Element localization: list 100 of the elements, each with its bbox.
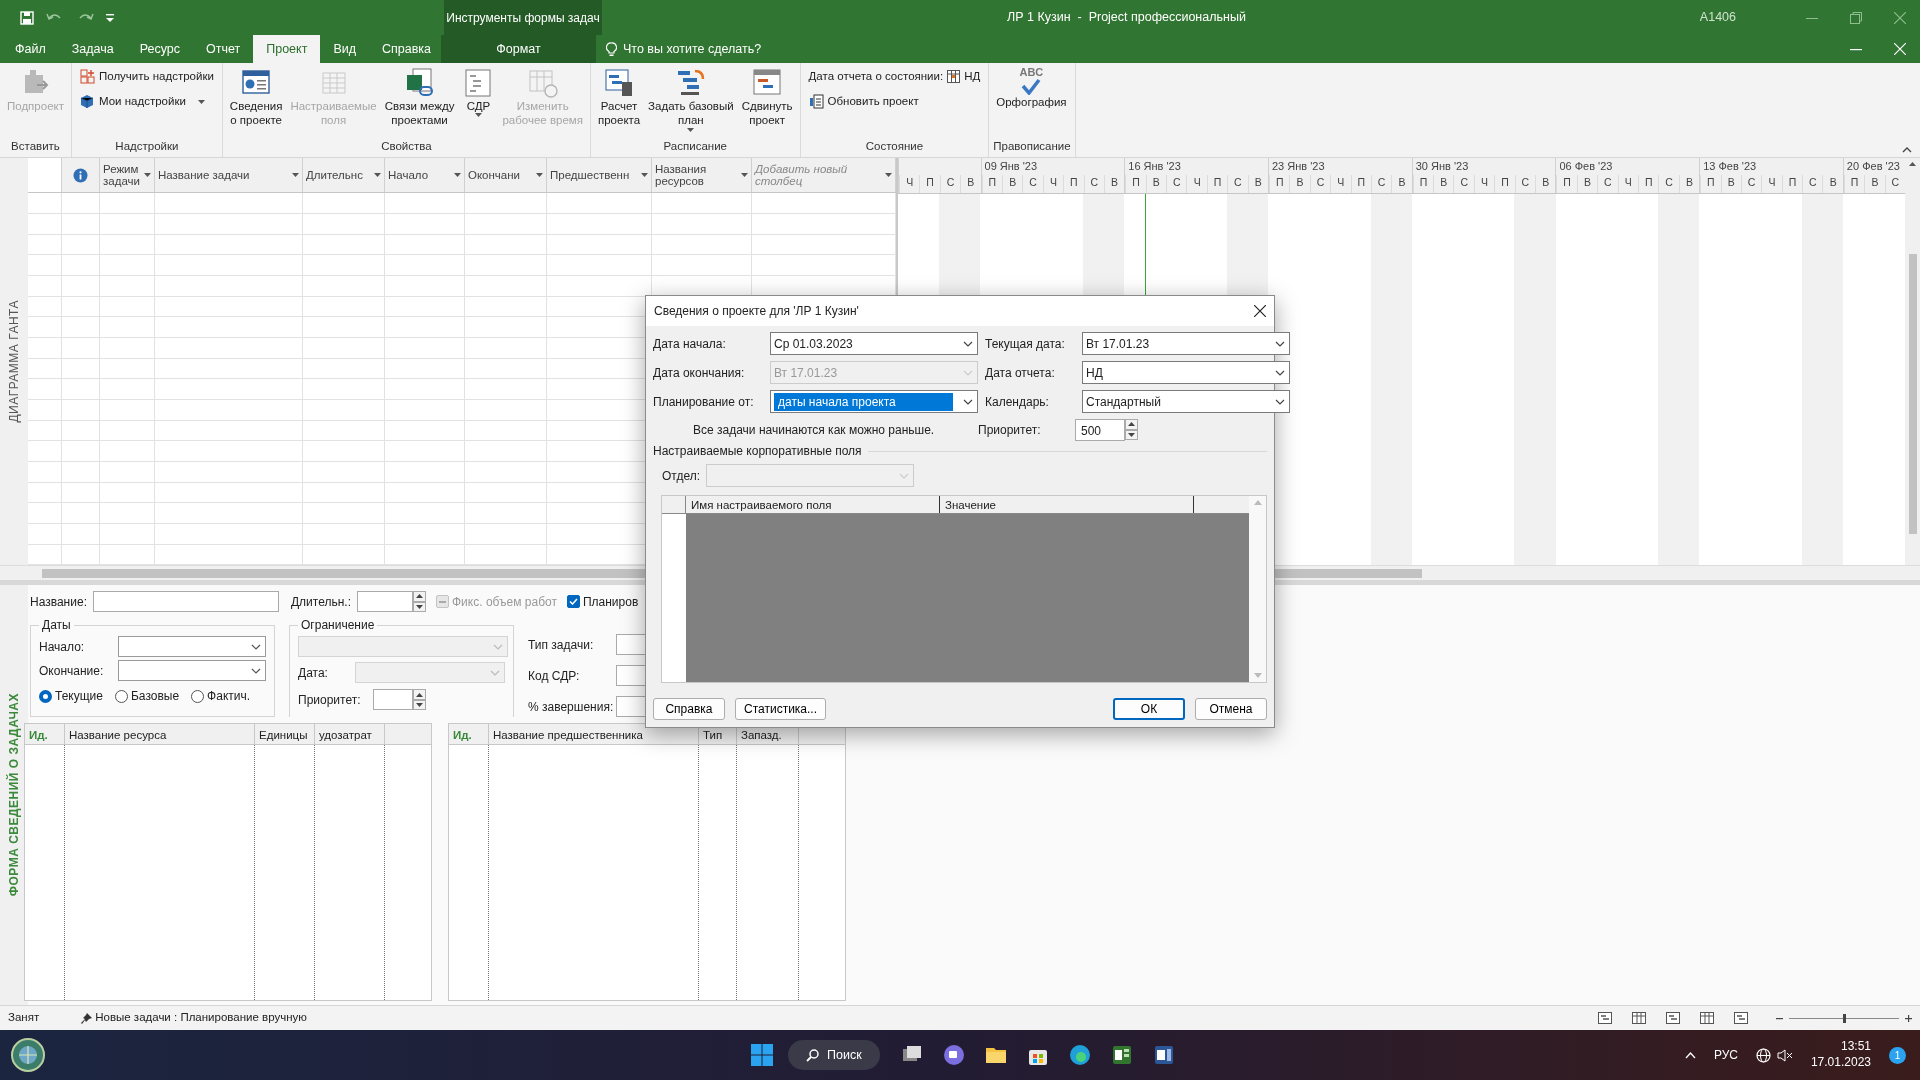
- chat-icon[interactable]: [941, 1043, 966, 1067]
- collapse-ribbon-icon[interactable]: [1902, 147, 1912, 153]
- spin-down-button[interactable]: [412, 699, 426, 711]
- zoom-in-icon[interactable]: [1905, 1014, 1912, 1022]
- column-header[interactable]: Названия ресурсов: [652, 158, 752, 193]
- column-header[interactable]: Режим задачи: [100, 158, 155, 193]
- spin-down-button[interactable]: [1125, 429, 1138, 440]
- column-header[interactable]: Ид.: [25, 724, 65, 744]
- browser-icon[interactable]: [1067, 1043, 1092, 1067]
- clock-date[interactable]: 17.01.2023: [1810, 1055, 1871, 1071]
- ribbon-button[interactable]: Расчет проекта: [594, 65, 644, 130]
- dropdown-button[interactable]: Задать базовый план: [645, 65, 737, 134]
- spin-down-button[interactable]: [413, 601, 426, 612]
- column-header[interactable]: Значение: [940, 496, 1194, 513]
- day-label: В: [960, 175, 981, 193]
- speaker-muted-icon[interactable]: [1776, 1048, 1793, 1062]
- column-header[interactable]: Единицы: [255, 724, 315, 744]
- ribbon-button[interactable]: Мои надстройки: [75, 90, 209, 114]
- cube-icon: [79, 94, 95, 110]
- day-label: П: [1494, 175, 1515, 193]
- dropdown-field[interactable]: [118, 660, 266, 682]
- dialog-button[interactable]: Отмена: [1195, 698, 1267, 720]
- save-icon[interactable]: [20, 10, 34, 25]
- language-indicator[interactable]: РУС: [1713, 1046, 1738, 1064]
- field-label: Начало:: [39, 638, 85, 656]
- field-label: Окончание:: [39, 662, 104, 680]
- report-view-icon[interactable]: [1734, 1012, 1748, 1024]
- name-field[interactable]: [92, 591, 279, 612]
- day-label: В: [1822, 175, 1843, 193]
- vertical-scrollbar[interactable]: [1905, 158, 1920, 566]
- radio-button[interactable]: [114, 689, 128, 703]
- day-label: С: [1597, 175, 1618, 193]
- menu-tab[interactable]: Файл: [2, 35, 59, 63]
- customize-icon[interactable]: [106, 13, 114, 22]
- spin-field[interactable]: 500: [1075, 419, 1125, 441]
- field-label: Приоритет:: [978, 421, 1042, 439]
- menu-tab[interactable]: Задача: [58, 35, 127, 63]
- column-header[interactable]: удозатрат: [315, 724, 385, 744]
- dropdown-button[interactable]: СДР: [459, 65, 498, 120]
- spin-up-button[interactable]: [413, 591, 426, 602]
- vertical-scrollbar[interactable]: [1249, 496, 1266, 682]
- column-header[interactable]: Начало: [385, 158, 465, 193]
- dialog-button[interactable]: Справка: [653, 698, 725, 720]
- grid-view-icon[interactable]: [1700, 1012, 1714, 1024]
- ribbon-button[interactable]: Обновить проект: [804, 90, 923, 114]
- clock-time[interactable]: 13:51: [1840, 1039, 1871, 1055]
- menu-tab[interactable]: Формат: [441, 35, 596, 63]
- checkbox[interactable]: [566, 595, 580, 608]
- field-label: Дата окончания:: [653, 364, 746, 382]
- dropdown-field[interactable]: Вт 17.01.23: [1082, 332, 1290, 355]
- dialog-button[interactable]: Статистика...: [735, 698, 827, 720]
- dropdown-field[interactable]: Стандартный: [1082, 390, 1290, 413]
- spin-field[interactable]: [372, 689, 413, 711]
- day-label: П: [1700, 175, 1721, 193]
- chevron-up-icon[interactable]: [1684, 1051, 1696, 1059]
- column-header[interactable]: Ид.: [449, 724, 489, 744]
- chevron-icon: [251, 667, 261, 674]
- group-label: Состояние: [864, 138, 925, 154]
- spin-up-button[interactable]: [412, 689, 426, 700]
- globe-icon[interactable]: [1755, 1047, 1771, 1063]
- status-date-button[interactable]: Дата отчета о состоянии: НД: [804, 65, 985, 89]
- column-header[interactable]: Имя настраиваемого поля: [686, 496, 940, 513]
- calendar-view-icon[interactable]: [1632, 1012, 1646, 1024]
- column-header[interactable]: Предшественн: [547, 158, 652, 193]
- menu-tab[interactable]: Ресурс: [126, 35, 193, 63]
- day-label: П: [919, 175, 940, 193]
- ribbon-button[interactable]: Связи между проектами: [381, 65, 458, 130]
- sheet-view-icon[interactable]: [1666, 1012, 1680, 1024]
- column-header[interactable]: Окончани: [465, 158, 547, 193]
- column-header[interactable]: Название задачи: [155, 158, 303, 193]
- menu-tab[interactable]: Проект: [253, 35, 321, 63]
- column-header[interactable]: Длительнс: [303, 158, 385, 193]
- dropdown-field[interactable]: Ср 01.03.2023: [770, 332, 978, 355]
- spin-up-button[interactable]: [1125, 419, 1138, 430]
- column-header[interactable]: Название ресурса: [65, 724, 255, 744]
- restore-icon[interactable]: [1850, 11, 1862, 24]
- dropdown-field[interactable]: НД: [1082, 361, 1290, 384]
- close-icon[interactable]: [1254, 305, 1266, 317]
- menu-tab[interactable]: Отчет: [193, 35, 254, 63]
- ribbon-button[interactable]: ABC Орфография: [993, 65, 1070, 112]
- ribbon-button[interactable]: Сведения о проекте: [226, 65, 286, 130]
- windows-start-icon[interactable]: [750, 1043, 774, 1067]
- slider-thumb[interactable]: [1842, 1013, 1846, 1023]
- tell-me-field[interactable]: Что вы хотите сделать?: [623, 39, 762, 59]
- ribbon-button[interactable]: Получить надстройки: [75, 65, 218, 89]
- menu-tab[interactable]: Вид: [320, 35, 370, 63]
- gantt-view-icon[interactable]: [1598, 1012, 1612, 1024]
- search-button[interactable]: Поиск: [788, 1039, 880, 1071]
- day-label: С: [1370, 175, 1392, 193]
- chevron-icon: [1275, 369, 1285, 376]
- status-text[interactable]: Новые задачи : Планирование вручную: [95, 1009, 307, 1027]
- spin-field[interactable]: [357, 591, 413, 612]
- dropdown-field[interactable]: [118, 636, 266, 658]
- dialog-button[interactable]: ОК: [1113, 698, 1185, 720]
- dropdown-field[interactable]: даты начала проекта: [770, 390, 978, 413]
- week-label: 09 Янв '23: [984, 160, 1038, 172]
- ribbon-button[interactable]: Сдвинуть проект: [738, 65, 796, 130]
- globe-logo-icon[interactable]: [10, 1037, 46, 1073]
- radio-button[interactable]: [191, 689, 205, 703]
- radio-button[interactable]: [39, 689, 52, 703]
